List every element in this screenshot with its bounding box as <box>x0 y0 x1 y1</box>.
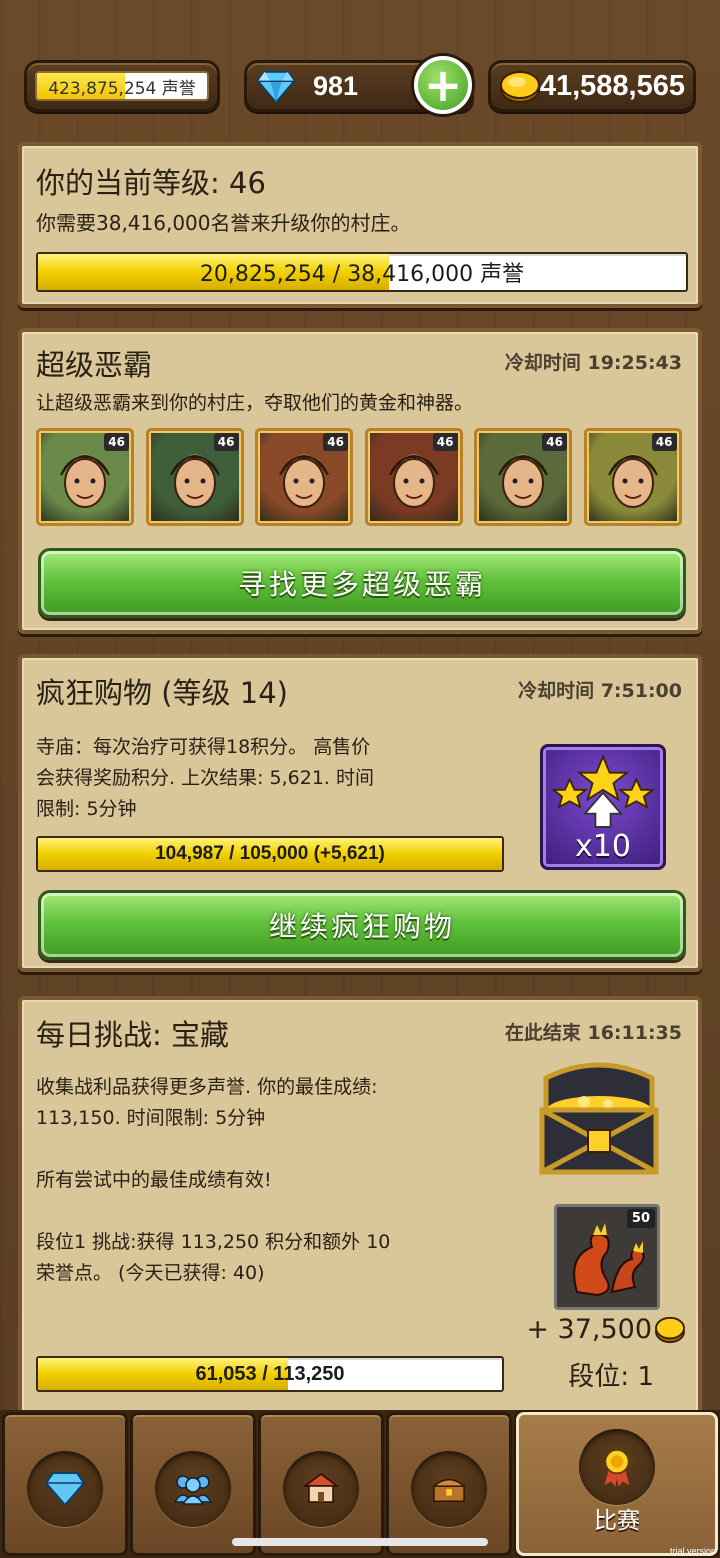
challenge-line: 所有尝试中的最佳成绩有效! <box>36 1169 272 1191</box>
shopping-desc-line: 寺庙：每次治疗可获得18积分。 高售价 <box>36 736 371 758</box>
reward-card-badge: 50 <box>626 1209 655 1228</box>
nav-tab-chest[interactable] <box>386 1412 512 1556</box>
level-progress-bar: 20,825,254 / 38,416,000 声誉 <box>36 252 688 292</box>
gold-coin-icon <box>500 71 540 103</box>
reputation-counter[interactable]: 423,875,254 声誉 <box>24 60 220 112</box>
star-multiplier-badge[interactable]: x10 <box>540 744 666 870</box>
nav-tab-gems[interactable] <box>2 1412 128 1556</box>
bottom-nav: 比赛 <box>0 1410 720 1558</box>
gem-count: 981 <box>313 71 359 101</box>
hero-level-badge: 46 <box>432 433 458 451</box>
shopping-desc-line: 限制: 5分钟 <box>36 798 137 820</box>
challenge-line: 113,150. 时间限制: 5分钟 <box>36 1107 266 1129</box>
challenge-line: 段位1 挑战:获得 113,250 积分和额外 10 <box>36 1231 391 1253</box>
challenge-ends: 在此结束 16:11:35 <box>504 1022 682 1044</box>
nav-tab-village[interactable] <box>258 1412 384 1556</box>
level-title: 你的当前等级: 46 <box>36 166 266 200</box>
dragon-reward-card[interactable]: 50 <box>554 1204 660 1310</box>
hero-level-badge: 46 <box>323 433 348 451</box>
gold-count: 41,588,565 <box>539 70 685 102</box>
reputation-bar: 423,875,254 声誉 <box>35 71 209 101</box>
shopping-progress-bar: 104,987 / 105,000 (+5,621) <box>36 836 504 872</box>
super-bully-panel: 超级恶霸 冷却时间 19:25:43 让超级恶霸来到你的村庄，夺取他们的黄金和神… <box>18 328 702 634</box>
shopping-description: 寺庙：每次治疗可获得18积分。 高售价 会获得奖励积分. 上次结果: 5,621… <box>36 732 374 825</box>
find-bully-button[interactable]: 寻找更多超级恶霸 <box>38 548 686 618</box>
reward-gold: + 37,500 <box>526 1314 686 1345</box>
hero-portrait[interactable]: 46 <box>145 428 244 526</box>
challenge-line: 收集战利品获得更多声誉. 你的最佳成绩: <box>36 1076 378 1098</box>
shopping-progress-text: 104,987 / 105,000 (+5,621) <box>155 843 385 864</box>
chest-icon <box>432 1478 466 1502</box>
challenge-spacer <box>36 1134 390 1165</box>
hero-portrait[interactable]: 46 <box>36 428 134 526</box>
home-indicator <box>232 1538 488 1546</box>
watermark-text: trial version <box>669 1546 716 1556</box>
bully-description: 让超级恶霸来到你的村庄，夺取他们的黄金和神器。 <box>36 392 474 414</box>
challenge-spacer <box>36 1196 390 1227</box>
hero-level-badge: 46 <box>542 433 567 451</box>
hero-portrait[interactable]: 46 <box>364 428 463 526</box>
hero-level-badge: 46 <box>651 433 677 451</box>
hero-portrait[interactable]: 46 <box>583 428 682 526</box>
diamond-icon <box>45 1472 85 1507</box>
challenge-title: 每日挑战: 宝藏 <box>36 1018 229 1052</box>
level-panel: 你的当前等级: 46 你需要38,416,000名誉来升级你的村庄。 20,82… <box>18 142 702 308</box>
nav-disc <box>411 1451 487 1527</box>
hero-portrait[interactable]: 46 <box>255 428 353 526</box>
add-gems-button[interactable]: + <box>414 56 472 114</box>
reward-gold-amount: + 37,500 <box>526 1314 652 1345</box>
nav-tab-social[interactable] <box>130 1412 256 1556</box>
multiplier-text: x10 <box>575 829 631 864</box>
crazy-shopping-panel: 疯狂购物 (等级 14) 冷却时间 7:51:00 寺庙：每次治疗可获得18积分… <box>18 654 702 972</box>
shopping-cooldown: 冷却时间 7:51:00 <box>518 680 682 702</box>
gold-coin-icon <box>655 1316 685 1343</box>
plus-icon: + <box>423 58 463 112</box>
nav-disc <box>579 1429 655 1505</box>
challenge-line: 荣誉点。 (今天已获得: 40) <box>36 1262 265 1284</box>
reputation-text: 423,875,254 声誉 <box>48 78 196 99</box>
nav-tab-tournament[interactable]: 比赛 <box>516 1412 718 1556</box>
level-progress-text: 20,825,254 / 38,416,000 声誉 <box>199 262 525 287</box>
bully-cooldown: 冷却时间 19:25:43 <box>504 352 682 374</box>
nav-disc <box>27 1451 103 1527</box>
challenge-progress-text: 61,053 / 113,250 <box>195 1362 345 1385</box>
bully-title: 超级恶霸 <box>36 348 153 382</box>
nav-disc <box>155 1451 231 1527</box>
gold-counter[interactable]: 41,588,565 <box>488 60 696 112</box>
medal-icon <box>604 1449 630 1487</box>
challenge-progress-bar: 61,053 / 113,250 <box>36 1356 504 1392</box>
treasure-chest-icon[interactable] <box>534 1058 664 1178</box>
level-subtitle: 你需要38,416,000名誉来升级你的村庄。 <box>36 211 411 235</box>
people-icon <box>173 1475 213 1505</box>
hero-portrait[interactable]: 46 <box>474 428 572 526</box>
challenge-rank: 段位: 1 <box>568 1362 654 1392</box>
diamond-icon <box>257 70 295 104</box>
nav-tab-label: 比赛 <box>594 1508 640 1534</box>
continue-shopping-button[interactable]: 继续疯狂购物 <box>38 890 686 960</box>
hero-level-badge: 46 <box>213 433 239 451</box>
daily-challenge-panel: 每日挑战: 宝藏 在此结束 16:11:35 收集战利品获得更多声誉. 你的最佳… <box>18 996 702 1416</box>
top-bar: 423,875,254 声誉 981 + 41,588,565 <box>0 0 720 128</box>
challenge-description: 收集战利品获得更多声誉. 你的最佳成绩: 113,150. 时间限制: 5分钟 … <box>36 1072 390 1289</box>
village-icon <box>302 1473 340 1503</box>
shopping-title: 疯狂购物 (等级 14) <box>36 676 288 710</box>
hero-level-badge: 46 <box>104 433 129 451</box>
shopping-desc-line: 会获得奖励积分. 上次结果: 5,621. 时间 <box>36 767 374 789</box>
nav-disc <box>283 1451 359 1527</box>
